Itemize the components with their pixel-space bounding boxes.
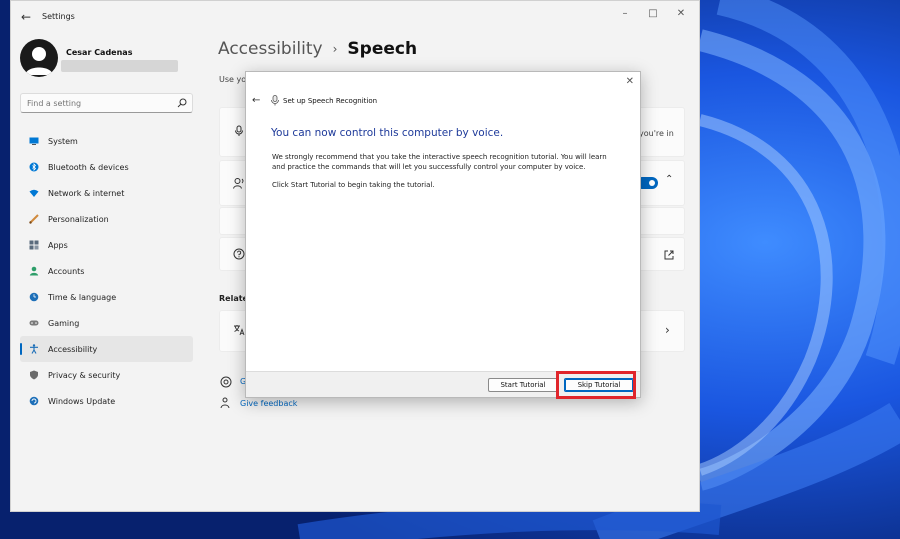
search-input[interactable] [20, 93, 193, 113]
dialog-back-arrow-icon[interactable]: ← [252, 95, 260, 106]
sidebar-item-label: Privacy & security [48, 370, 121, 380]
feedback-icon [220, 397, 230, 409]
dialog-instruction: Click Start Tutorial to begin taking the… [272, 181, 435, 189]
sidebar-item-label: System [48, 136, 78, 146]
chevron-right-icon: › [332, 42, 338, 56]
chevron-right-icon[interactable]: › [665, 323, 670, 337]
breadcrumb-parent[interactable]: Accessibility [218, 39, 323, 59]
chevron-up-icon[interactable]: ⌃ [665, 174, 673, 185]
minimize-button[interactable]: – [611, 6, 639, 20]
profile-name: Cesar Cadenas [66, 48, 133, 57]
dialog-heading: You can now control this computer by voi… [271, 127, 504, 139]
avatar[interactable] [20, 39, 58, 77]
page-description: Use yo [219, 75, 247, 84]
person-silhouette-icon [25, 47, 53, 75]
sidebar-item-label: Time & language [48, 292, 117, 302]
speech-recognition-dialog: ✕ ← Set up Speech Recognition You can no… [245, 71, 641, 398]
sidebar-item-gaming[interactable]: Gaming [20, 310, 193, 336]
sidebar-item-personalization[interactable]: Personalization [20, 206, 193, 232]
search-icon[interactable] [177, 98, 187, 108]
sidebar-item-network[interactable]: Network & internet [20, 180, 193, 206]
sidebar-item-apps[interactable]: Apps [20, 232, 193, 258]
dialog-title: Set up Speech Recognition [283, 97, 378, 105]
language-icon [234, 325, 245, 336]
give-feedback-link[interactable]: Give feedback [240, 399, 297, 408]
monitor-icon [29, 137, 39, 145]
sidebar-item-windows-update[interactable]: Windows Update [20, 388, 193, 414]
sidebar-item-time-language[interactable]: Time & language [20, 284, 193, 310]
card-partial-text: you're in [639, 129, 674, 138]
external-link-icon[interactable] [663, 249, 675, 261]
start-tutorial-button[interactable]: Start Tutorial [488, 378, 558, 392]
shield-icon [30, 370, 38, 380]
brush-icon [29, 214, 39, 224]
page-title: Speech [347, 39, 418, 59]
breadcrumb: Accessibility › Speech [218, 39, 417, 59]
sidebar-item-label: Network & internet [48, 188, 125, 198]
window-controls: – □ ✕ [611, 6, 695, 20]
dialog-paragraph: We strongly recommend that you take the … [272, 153, 607, 171]
sidebar-item-label: Apps [48, 240, 68, 250]
microphone-icon [271, 95, 279, 106]
sidebar-item-bluetooth[interactable]: Bluetooth & devices [20, 154, 193, 180]
sidebar-item-accounts[interactable]: Accounts [20, 258, 193, 284]
person-icon [29, 266, 39, 276]
voice-access-icon [233, 178, 244, 189]
maximize-button[interactable]: □ [639, 6, 667, 20]
gamepad-icon [29, 320, 39, 326]
globe-clock-icon [29, 292, 39, 302]
sidebar-item-label: Accessibility [48, 344, 98, 354]
help-circle-icon [233, 248, 245, 260]
sidebar-item-label: Personalization [48, 214, 109, 224]
wifi-icon [29, 189, 39, 197]
sidebar-item-label: Gaming [48, 318, 80, 328]
sidebar-item-label: Windows Update [48, 396, 116, 406]
back-arrow-icon[interactable]: ← [21, 10, 35, 24]
profile-email-redacted [61, 60, 178, 72]
get-help-icon [220, 376, 232, 388]
apps-icon [29, 240, 39, 250]
title-bar: ← Settings – □ ✕ [11, 1, 699, 33]
accessibility-icon [30, 344, 38, 354]
close-button[interactable]: ✕ [667, 6, 695, 20]
sidebar-nav: System Bluetooth & devices Network & int… [20, 128, 193, 414]
sidebar-item-privacy-security[interactable]: Privacy & security [20, 362, 193, 388]
update-icon [29, 396, 39, 406]
sidebar-item-accessibility[interactable]: Accessibility [20, 336, 193, 362]
sidebar-item-system[interactable]: System [20, 128, 193, 154]
highlight-annotation [556, 371, 636, 399]
microphone-icon [235, 125, 243, 136]
sidebar-item-label: Accounts [48, 266, 85, 276]
bluetooth-icon [29, 162, 39, 172]
dialog-close-icon[interactable]: ✕ [626, 76, 634, 87]
window-title: Settings [42, 12, 75, 21]
sidebar-item-label: Bluetooth & devices [48, 162, 129, 172]
